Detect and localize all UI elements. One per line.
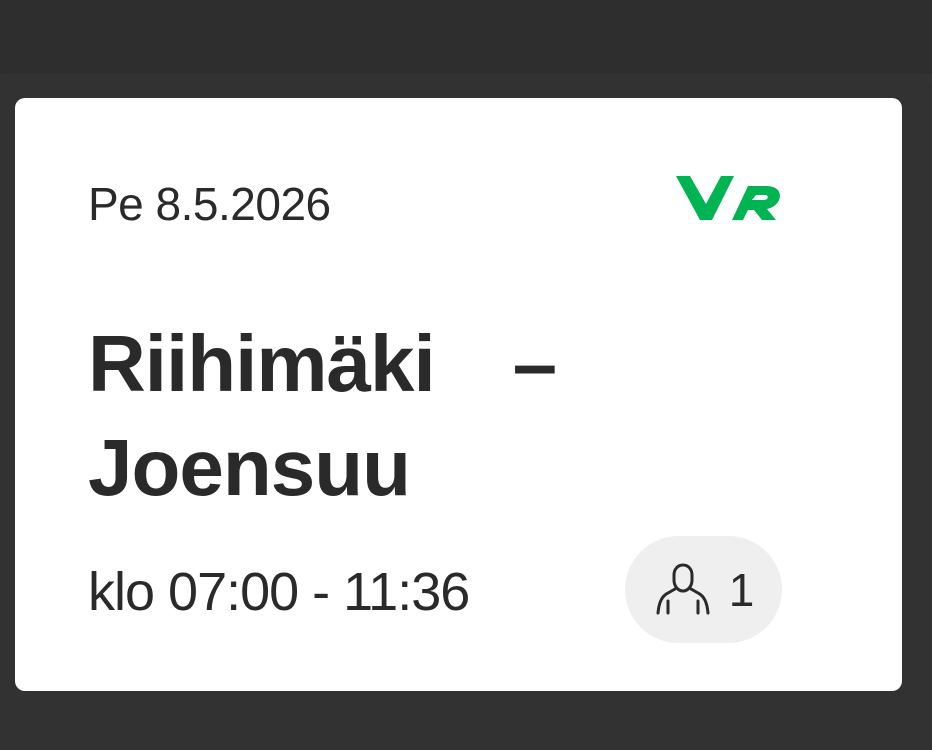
passenger-count: 1 [728,563,755,616]
route-origin-line: Riihimäki – [88,312,648,416]
origin-station: Riihimäki [88,319,436,408]
person-icon [656,563,710,614]
passenger-count-badge: 1 [625,536,782,643]
departure-arrival-time: klo 07:00 - 11:36 [88,562,470,622]
vr-logo [676,176,780,220]
top-background [0,0,932,74]
ticket-card[interactable]: Pe 8.5.2026 Riihimäki – Joensuu klo 07:00… [15,98,902,691]
destination-station: Joensuu [88,423,411,512]
route-dash: – [512,319,557,408]
ticket-date: Pe 8.5.2026 [88,178,331,230]
route-title: Riihimäki – Joensuu [88,312,648,520]
